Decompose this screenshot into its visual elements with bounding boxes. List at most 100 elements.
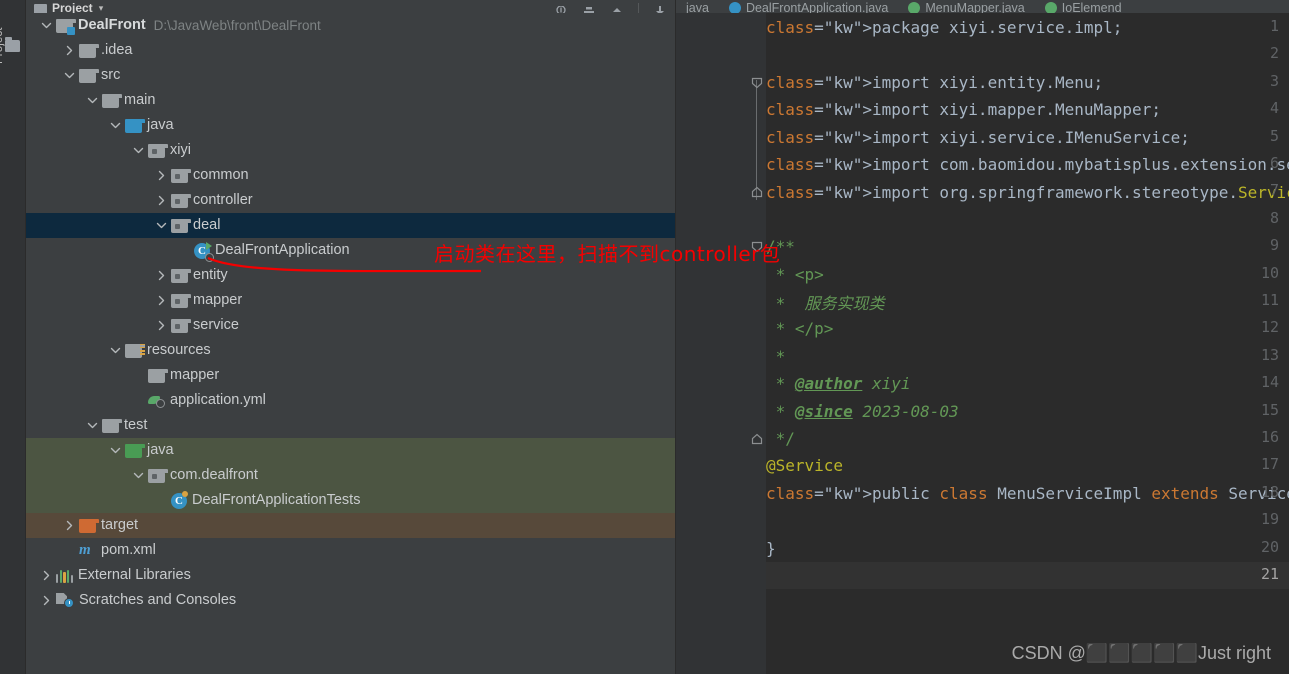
annotation-underline (207, 256, 482, 273)
editor-tab-2[interactable]: MenuMapper.java (898, 0, 1034, 13)
code-line-21[interactable] (766, 562, 1289, 589)
editor-tab-0[interactable]: java (676, 0, 719, 13)
line-number-gutter[interactable] (676, 13, 748, 674)
tree-row--idea[interactable]: .idea (26, 38, 675, 63)
tree-row-scratches-and-consoles[interactable]: Scratches and Consoles (26, 588, 675, 613)
tree-row-pom-xml[interactable]: m pom.xml (26, 538, 675, 563)
chevron-right-icon[interactable] (155, 294, 168, 307)
collapse-all-icon[interactable] (554, 3, 568, 13)
code-line-16[interactable]: */ (766, 425, 1289, 452)
project-panel-toolbar (554, 3, 667, 13)
code-line-7[interactable]: class ="kw">import org.springframework.st… (766, 178, 1289, 205)
code-line-8[interactable] (766, 206, 1289, 233)
tree-row-dealfrontapplicationtests[interactable]: C DealFrontApplicationTests (26, 488, 675, 513)
tree-row-resources[interactable]: resources (26, 338, 675, 363)
tree-row-java[interactable]: java (26, 438, 675, 463)
line-number-20: 20 (1260, 537, 1279, 556)
chevron-down-icon[interactable] (86, 419, 99, 432)
chevron-down-icon[interactable]: ▾ (99, 3, 104, 13)
chevron-right-icon[interactable] (155, 194, 168, 207)
editor-tab-3[interactable]: IoElemend (1035, 0, 1132, 13)
code-line-11[interactable]: * 服务实现类 (766, 288, 1289, 315)
code-line-1[interactable]: class ="kw">package xiyi.service.impl; (766, 14, 1289, 41)
tree-row-java[interactable]: java (26, 113, 675, 138)
tree-row-common[interactable]: common (26, 163, 675, 188)
chevron-down-icon[interactable] (40, 19, 53, 32)
tree-row-label: src (101, 67, 121, 84)
code-text[interactable]: class ="kw">package xiyi.service.impl; cl… (766, 13, 1289, 674)
chevron-down-icon[interactable] (132, 469, 145, 482)
chevron-right-icon[interactable] (155, 169, 168, 182)
code-line-5[interactable]: class ="kw">import xiyi.service.IMenuServ… (766, 124, 1289, 151)
editor-tab-label: MenuMapper.java (925, 1, 1025, 13)
chevron-down-icon[interactable] (63, 69, 76, 82)
tree-row-controller[interactable]: controller (26, 188, 675, 213)
chevron-down-icon[interactable] (109, 444, 122, 457)
chevron-right-icon[interactable] (40, 594, 53, 607)
tree-row-src[interactable]: src (26, 63, 675, 88)
code-line-20[interactable]: } (766, 534, 1289, 561)
code-line-19[interactable] (766, 507, 1289, 534)
line-number-5: 5 (1269, 126, 1279, 145)
tree-row-path: D:\JavaWeb\front\DealFront (153, 18, 321, 33)
chevron-right-icon[interactable] (63, 44, 76, 57)
chevron-right-icon[interactable] (63, 519, 76, 532)
editor-tab-1[interactable]: DealFrontApplication.java (719, 0, 898, 13)
tree-row-label: test (124, 417, 148, 434)
tree-row-mapper[interactable]: mapper (26, 288, 675, 313)
code-line-12[interactable]: * </p> (766, 315, 1289, 342)
tool-window-button-structure[interactable]: 结构 (0, 646, 14, 674)
chevron-right-icon[interactable] (40, 569, 53, 582)
folder-icon (79, 43, 99, 58)
code-line-15[interactable]: * @since 2023-08-03 (766, 397, 1289, 424)
tree-row-external-libraries[interactable]: External Libraries (26, 563, 675, 588)
chevron-down-icon[interactable] (86, 94, 99, 107)
tree-row-mapper[interactable]: mapper (26, 363, 675, 388)
code-line-6[interactable]: class ="kw">import com.baomidou.mybatispl… (766, 151, 1289, 178)
tree-row-com-dealfront[interactable]: com.dealfront (26, 463, 675, 488)
chevron-right-icon[interactable] (155, 319, 168, 332)
editor-tab-label: DealFrontApplication.java (745, 1, 889, 13)
line-number-11: 11 (1260, 291, 1279, 309)
expand-icon[interactable] (610, 3, 624, 13)
chevron-down-icon[interactable] (155, 219, 168, 232)
code-area[interactable]: class ="kw">package xiyi.service.impl; cl… (676, 13, 1289, 674)
code-line-13[interactable]: * (766, 343, 1289, 370)
folder-icon[interactable] (5, 37, 20, 52)
code-line-9[interactable]: /** (766, 233, 1289, 260)
code-folding-rail[interactable] (748, 13, 766, 674)
tree-row-deal[interactable]: deal (26, 213, 675, 238)
tree-row-target[interactable]: target (26, 513, 675, 538)
tree-row-main[interactable]: main (26, 88, 675, 113)
hide-icon[interactable] (653, 3, 667, 13)
tree-row-dealfront[interactable]: DealFront D:\JavaWeb\front\DealFront (26, 13, 675, 38)
code-line-18[interactable]: class ="kw">public class MenuServiceImpl … (766, 480, 1289, 507)
code-line-4[interactable]: class ="kw">import xiyi.mapper.MenuMapper… (766, 96, 1289, 123)
tree-row-service[interactable]: service (26, 313, 675, 338)
tree-row-application-yml[interactable]: application.yml (26, 388, 675, 413)
tool-window-button-project[interactable]: Project (0, 4, 12, 65)
line-number-7: 7 (1269, 181, 1279, 200)
code-line-2[interactable] (766, 41, 1289, 68)
code-line-17[interactable]: @Service (766, 452, 1289, 479)
code-line-3[interactable]: class ="kw">import xiyi.entity.Menu; (766, 69, 1289, 96)
chevron-down-icon[interactable] (109, 344, 122, 357)
project-panel-header: Project ▾ (26, 0, 675, 13)
project-tree[interactable]: DealFront D:\JavaWeb\front\DealFront .idea… (26, 13, 675, 674)
code-line-14[interactable]: * @author xiyi (766, 370, 1289, 397)
fold-start-icon[interactable] (751, 76, 763, 89)
code-editor: java DealFrontApplication.java MenuMapper.… (676, 0, 1289, 674)
tree-row-test[interactable]: test (26, 413, 675, 438)
settings-icon[interactable] (582, 3, 596, 13)
chevron-down-icon[interactable] (109, 119, 122, 132)
editor-tab-bar[interactable]: java DealFrontApplication.java MenuMapper.… (676, 0, 1289, 13)
fold-end-icon[interactable] (751, 185, 763, 198)
editor-tab-label: IoElemend (1061, 1, 1122, 13)
line-number-4: 4 (1269, 99, 1279, 118)
code-line-10[interactable]: * <p> (766, 261, 1289, 288)
fold-end-icon[interactable] (751, 432, 763, 445)
tree-row-label: application.yml (170, 392, 266, 409)
chevron-down-icon[interactable] (132, 144, 145, 157)
java-class-icon (1044, 2, 1057, 13)
tree-row-xiyi[interactable]: xiyi (26, 138, 675, 163)
